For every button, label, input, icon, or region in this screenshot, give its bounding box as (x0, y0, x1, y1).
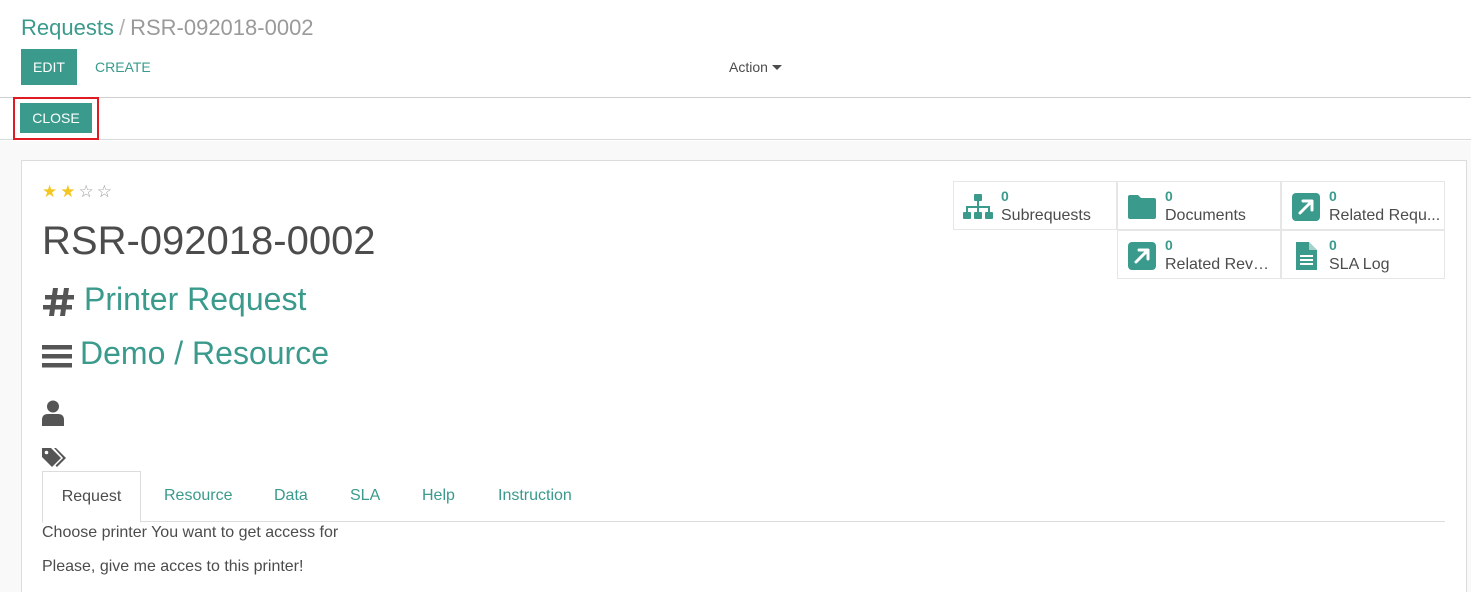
breadcrumb-current: RSR-092018-0002 (130, 15, 314, 40)
bars-icon (42, 344, 72, 368)
tags-field[interactable] (42, 435, 76, 475)
author-field[interactable] (42, 390, 72, 430)
request-text-line-1: Choose printer You want to get access fo… (42, 524, 339, 541)
tab-help[interactable]: Help (422, 471, 455, 522)
create-button[interactable]: CREATE (84, 49, 162, 85)
related-reverse-count: 0 (1165, 237, 1173, 253)
edit-button[interactable]: EDIT (21, 49, 77, 85)
subrequests-label: Subrequests (1001, 207, 1091, 224)
sitemap-icon (963, 194, 993, 219)
related-requests-button[interactable]: 0 Related Requ... (1281, 181, 1445, 230)
action-dropdown[interactable]: Action (729, 49, 782, 85)
breadcrumb-requests-link[interactable]: Requests (21, 15, 114, 40)
record-title: RSR-092018-0002 (42, 219, 376, 263)
star-filled-icon[interactable]: ★ (60, 182, 78, 201)
breadcrumb-separator: / (118, 15, 126, 40)
form-sheet: ★★☆☆ RSR-092018-0002 Printer Request Dem… (21, 160, 1467, 592)
category-field: Demo / Resource (42, 333, 329, 373)
sla-log-label: SLA Log (1329, 256, 1390, 273)
request-text-line-2: Please, give me acces to this printer! (42, 558, 304, 575)
tags-icon (42, 447, 66, 467)
user-icon (42, 400, 64, 426)
subrequests-count: 0 (1001, 188, 1009, 204)
documents-count: 0 (1165, 188, 1173, 204)
close-button[interactable]: CLOSE (20, 103, 92, 133)
subrequests-button[interactable]: 0 Subrequests (953, 181, 1117, 230)
external-link-icon (1128, 242, 1156, 270)
external-link-icon (1292, 193, 1320, 221)
control-panel: Requests / RSR-092018-0002 EDIT CREATE Act… (0, 0, 1471, 98)
folder-icon (1128, 195, 1156, 219)
star-empty-icon[interactable]: ☆ (97, 182, 115, 201)
documents-label: Documents (1165, 207, 1246, 224)
smart-buttons: 0 Subrequests 0 Documents 0 Related Requ… (953, 181, 1446, 281)
star-filled-icon[interactable]: ★ (42, 182, 60, 201)
tab-sla[interactable]: SLA (350, 471, 380, 522)
tab-request[interactable]: Request (42, 471, 141, 523)
priority-stars[interactable]: ★★☆☆ (42, 182, 115, 202)
request-type-link[interactable]: Printer Request (84, 281, 306, 317)
tab-resource[interactable]: Resource (164, 471, 232, 522)
statusbar (0, 98, 1471, 140)
hashtag-icon (43, 287, 74, 316)
documents-button[interactable]: 0 Documents (1117, 181, 1281, 230)
related-requests-count: 0 (1329, 188, 1337, 204)
breadcrumb: Requests / RSR-092018-0002 (21, 14, 314, 42)
file-text-icon (1296, 242, 1317, 270)
sla-log-button[interactable]: 0 SLA Log (1281, 230, 1445, 279)
sla-log-count: 0 (1329, 237, 1337, 253)
tab-data[interactable]: Data (274, 471, 308, 522)
request-type-field: Printer Request (42, 279, 306, 319)
related-reverse-label: Related Rever... (1165, 256, 1277, 273)
related-reverse-button[interactable]: 0 Related Rever... (1117, 230, 1281, 279)
category-link[interactable]: Demo / Resource (80, 335, 329, 371)
notebook-tabs: Request Resource Data SLA Help Instructi… (42, 471, 1445, 523)
caret-down-icon (771, 64, 782, 70)
tab-instruction[interactable]: Instruction (498, 471, 572, 522)
related-requests-label: Related Requ... (1329, 207, 1441, 224)
star-empty-icon[interactable]: ☆ (79, 182, 97, 201)
action-dropdown-label: Action (729, 59, 768, 75)
